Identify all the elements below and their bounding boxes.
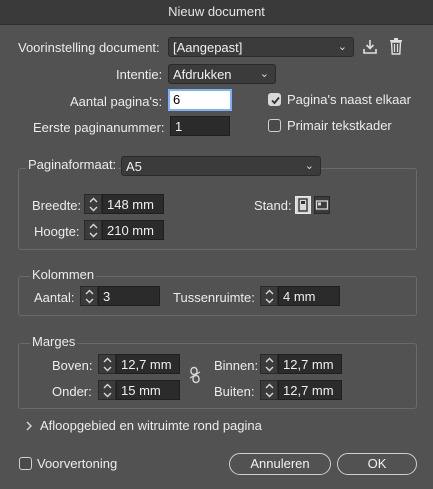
ok-button[interactable]: OK bbox=[337, 453, 417, 475]
page-count-label: Aantal pagina's: bbox=[70, 94, 163, 109]
page-count-field[interactable]: 6 bbox=[168, 89, 232, 111]
margin-inside-label: Binnen: bbox=[214, 358, 259, 373]
margin-top-field[interactable]: 12,7 mm bbox=[116, 354, 180, 374]
facing-pages-label: Pagina's naast elkaar bbox=[287, 92, 411, 107]
columns-title: Kolommen bbox=[32, 267, 95, 282]
chevron-down-icon: ⌄ bbox=[337, 41, 347, 53]
margin-top-label: Boven: bbox=[52, 358, 93, 373]
column-count-stepper[interactable] bbox=[80, 286, 98, 306]
height-label: Hoogte: bbox=[34, 224, 80, 239]
landscape-orientation-icon[interactable] bbox=[314, 196, 330, 214]
facing-pages-checkbox[interactable] bbox=[268, 93, 281, 106]
chevron-down-icon: ⌄ bbox=[259, 68, 269, 80]
margins-group bbox=[18, 343, 417, 409]
preset-label: Voorinstelling document: bbox=[18, 40, 160, 55]
intent-label: Intentie: bbox=[116, 67, 163, 82]
primary-text-frame-checkbox[interactable] bbox=[268, 119, 281, 132]
margin-outside-field[interactable]: 12,7 mm bbox=[278, 380, 342, 400]
start-page-field[interactable]: 1 bbox=[170, 116, 230, 136]
margin-inside-field[interactable]: 12,7 mm bbox=[278, 354, 342, 374]
preset-value: [Aangepast] bbox=[173, 40, 243, 55]
columns-header: Kolommen bbox=[30, 267, 97, 285]
portrait-orientation-icon[interactable] bbox=[295, 196, 311, 214]
orientation-label: Stand: bbox=[254, 198, 292, 213]
column-count-field[interactable]: 3 bbox=[98, 286, 160, 306]
height-field[interactable]: 210 mm bbox=[102, 220, 164, 240]
title-bar: Nieuw document bbox=[0, 0, 433, 25]
page-size-select[interactable]: A5 ⌄ bbox=[121, 156, 321, 176]
preview-label: Voorvertoning bbox=[37, 456, 118, 471]
margin-bottom-label: Onder: bbox=[52, 384, 92, 399]
preview-checkbox[interactable] bbox=[19, 457, 32, 470]
page-size-value: A5 bbox=[126, 159, 142, 174]
preset-select[interactable]: [Aangepast] ⌄ bbox=[168, 37, 354, 57]
width-field[interactable]: 148 mm bbox=[102, 194, 164, 214]
trash-icon[interactable] bbox=[389, 37, 403, 56]
margins-title: Marges bbox=[32, 334, 76, 349]
gutter-field[interactable]: 4 mm bbox=[278, 286, 340, 306]
primary-text-frame-label: Primair tekstkader bbox=[287, 118, 392, 133]
chevron-right-icon[interactable] bbox=[24, 420, 34, 432]
margin-top-stepper[interactable] bbox=[98, 354, 116, 374]
gutter-stepper[interactable] bbox=[260, 286, 278, 306]
page-size-label: Paginaformaat: bbox=[28, 157, 117, 172]
intent-select[interactable]: Afdrukken ⌄ bbox=[168, 64, 276, 84]
margin-outside-label: Buiten: bbox=[214, 384, 255, 399]
intent-value: Afdrukken bbox=[173, 67, 232, 82]
width-stepper[interactable] bbox=[84, 194, 102, 214]
window-title: Nieuw document bbox=[168, 4, 265, 19]
unlinked-chain-icon[interactable] bbox=[188, 366, 202, 384]
chevron-down-icon: ⌄ bbox=[304, 160, 314, 172]
page-size-header: Paginaformaat: bbox=[26, 157, 119, 175]
margin-inside-stepper[interactable] bbox=[260, 354, 278, 374]
cancel-button[interactable]: Annuleren bbox=[229, 453, 331, 475]
height-stepper[interactable] bbox=[84, 220, 102, 240]
margin-outside-stepper[interactable] bbox=[260, 380, 278, 400]
margin-bottom-stepper[interactable] bbox=[98, 380, 116, 400]
column-count-label: Aantal: bbox=[34, 290, 75, 305]
start-page-label: Eerste paginanummer: bbox=[33, 120, 165, 135]
margin-bottom-field[interactable]: 15 mm bbox=[116, 380, 180, 400]
width-label: Breedte: bbox=[32, 198, 82, 213]
margins-header: Marges bbox=[30, 334, 78, 352]
bleed-slug-label[interactable]: Afloopgebied en witruimte rond pagina bbox=[40, 418, 262, 433]
gutter-label: Tussenruimte: bbox=[173, 290, 255, 305]
save-preset-icon[interactable] bbox=[362, 38, 378, 56]
